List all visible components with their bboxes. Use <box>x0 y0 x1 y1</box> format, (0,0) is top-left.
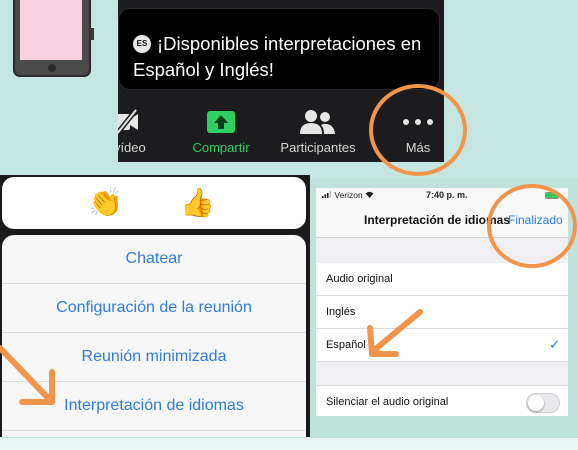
annotation-layer <box>0 84 577 405</box>
highlight-circle-done <box>487 184 577 268</box>
highlight-circle-more <box>369 84 467 176</box>
arrow-icon <box>367 309 423 357</box>
arrow-icon <box>0 345 55 405</box>
